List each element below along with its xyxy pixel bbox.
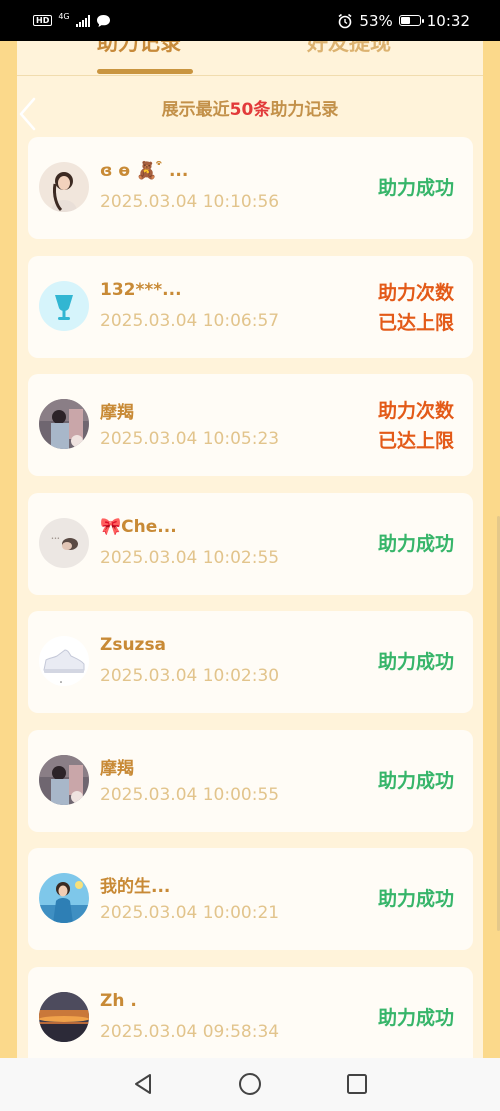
- tab-help-records[interactable]: 助力记录: [97, 41, 181, 57]
- record-timestamp: 2025.03.04 10:00:21: [100, 903, 280, 923]
- battery-percent: 53%: [359, 11, 393, 30]
- record-user-name: 132***...: [100, 279, 182, 300]
- system-nav-bar: [0, 1058, 500, 1111]
- avatar[interactable]: •••: [39, 517, 89, 568]
- record-timestamp: 2025.03.04 10:10:56: [100, 192, 280, 212]
- record-status-line: 助力成功: [377, 651, 454, 673]
- record-card[interactable]: ••• 🎀Che... 2025.03.04 10:02:55 助力成功: [28, 492, 473, 595]
- status-left: HD 4G: [33, 12, 111, 28]
- record-status-line: 助力成功: [377, 769, 454, 792]
- record-card[interactable]: Zsuzsa 2025.03.04 10:02:30 助力成功: [28, 611, 473, 713]
- record-timestamp: 2025.03.04 10:06:57: [100, 310, 280, 331]
- status-bar: HD 4G 53% 10:32: [0, 0, 500, 41]
- record-card[interactable]: Zh . 2025.03.04 09:58:34 助力成功: [28, 966, 473, 1061]
- record-status: 助力成功: [378, 529, 454, 559]
- record-timestamp: 2025.03.04 10:00:55: [100, 784, 280, 805]
- records-panel: 助力记录 好友提现 展示最近50条助力记录 ɞ ɵ 🧸 ͒ ... 2025.03…: [17, 41, 483, 1061]
- record-timestamp: 2025.03.04 10:02:30: [100, 666, 280, 686]
- tab-bar: 助力记录 好友提现: [17, 41, 483, 76]
- records-subtitle: 展示最近50条助力记录: [17, 95, 483, 120]
- record-card[interactable]: ɞ ɵ 🧸 ͒ ... 2025.03.04 10:10:56 助力成功: [28, 137, 473, 239]
- status-right: 53% 10:32: [337, 12, 470, 30]
- avatar[interactable]: [39, 399, 89, 449]
- square-recent-icon[interactable]: [345, 1072, 369, 1096]
- svg-text:•••: •••: [51, 536, 60, 542]
- record-timestamp: 2025.03.04 09:58:34: [100, 1021, 280, 1042]
- record-user-name: Zh .: [100, 990, 137, 1011]
- subtitle-prefix: 展示最近: [161, 100, 230, 120]
- record-status-line: 助力成功: [377, 1006, 454, 1029]
- record-status-line: 助力成功: [377, 177, 454, 199]
- record-timestamp: 2025.03.04 10:02:55: [100, 547, 280, 568]
- record-status-line: 已达上限: [377, 311, 454, 334]
- side-decoration-right: [483, 41, 500, 1061]
- hd-icon: HD: [33, 15, 53, 26]
- network-type: 4G: [58, 12, 70, 21]
- record-status: 助力成功: [378, 1003, 454, 1033]
- avatar[interactable]: [39, 162, 89, 212]
- avatar[interactable]: [39, 873, 89, 923]
- record-status: 助力成功: [378, 647, 454, 677]
- record-timestamp: 2025.03.04 10:05:23: [100, 429, 280, 449]
- alarm-icon: [338, 13, 352, 28]
- circle-home-icon[interactable]: [238, 1072, 262, 1096]
- record-user-name: 我的生...: [100, 877, 171, 897]
- active-tab-indicator: [97, 69, 193, 74]
- battery-icon: [398, 15, 424, 26]
- signal-icon: [75, 14, 90, 27]
- triangle-back-icon[interactable]: [131, 1072, 155, 1096]
- record-user-name: ɞ ɵ 🧸 ͒ ...: [100, 161, 189, 181]
- avatar[interactable]: [39, 754, 89, 805]
- clock: 10:32: [426, 11, 470, 30]
- record-status: 助力次数 已达上限: [378, 278, 454, 338]
- record-user-name: Zsuzsa: [100, 635, 167, 655]
- tab-friend-withdraw[interactable]: 好友提现: [307, 41, 391, 57]
- side-decoration-left: [0, 41, 17, 1061]
- record-user-name: 摩羯: [100, 758, 134, 779]
- record-status-line: 助力成功: [377, 888, 454, 910]
- record-status: 助力次数 已达上限: [378, 396, 454, 456]
- avatar[interactable]: [39, 636, 89, 686]
- record-card[interactable]: 摩羯 2025.03.04 10:00:55 助力成功: [28, 729, 473, 832]
- battery-fill: [400, 17, 410, 24]
- record-user-name: 摩羯: [100, 403, 134, 423]
- avatar[interactable]: [39, 280, 89, 331]
- record-status-line: 助力成功: [377, 532, 454, 555]
- record-status-line: 已达上限: [377, 430, 454, 452]
- avatar[interactable]: [39, 991, 89, 1042]
- subtitle-count: 50条: [229, 100, 271, 120]
- record-status: 助力成功: [378, 173, 454, 203]
- record-status: 助力成功: [378, 884, 454, 914]
- record-status-line: 助力次数: [377, 400, 454, 422]
- record-card[interactable]: 我的生... 2025.03.04 10:00:21 助力成功: [28, 848, 473, 950]
- record-status-line: 助力次数: [377, 281, 454, 304]
- subtitle-suffix: 助力记录: [270, 100, 339, 120]
- record-card[interactable]: 132***... 2025.03.04 10:06:57 助力次数已达上限: [28, 255, 473, 358]
- chat-icon: [96, 14, 110, 27]
- record-status: 助力成功: [378, 766, 454, 796]
- record-user-name: 🎀Che...: [100, 516, 177, 537]
- record-card[interactable]: 摩羯 2025.03.04 10:05:23 助力次数已达上限: [28, 374, 473, 476]
